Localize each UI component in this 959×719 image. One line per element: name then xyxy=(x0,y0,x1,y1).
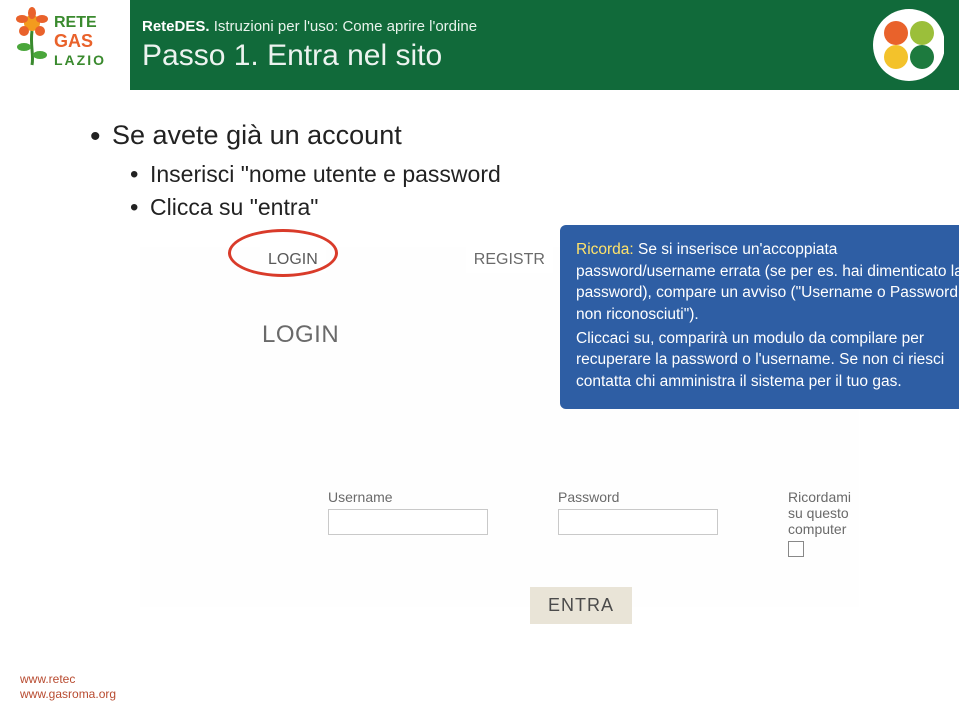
decorative-orbs-icon xyxy=(839,0,959,90)
password-field-group: Password xyxy=(558,489,718,535)
breadcrumb-brand: ReteDES. xyxy=(142,18,210,35)
svg-text:GAS: GAS xyxy=(54,31,93,51)
breadcrumb-rest: Istruzioni per l'uso: Come aprire l'ordi… xyxy=(210,18,478,35)
bullet-account: Se avete già un account xyxy=(90,120,889,151)
svg-text:LAZIO: LAZIO xyxy=(54,52,106,68)
password-label: Password xyxy=(558,489,718,505)
breadcrumb: ReteDES. Istruzioni per l'uso: Come apri… xyxy=(142,18,827,35)
username-field-group: Username xyxy=(328,489,488,535)
remember-group: Ricordami su questo computer xyxy=(788,489,859,557)
login-screenshot: LOGIN REGISTR Ricorda: Se si inserisce u… xyxy=(140,247,859,607)
note-text-1: Se si inserisce un'accoppiata password/u… xyxy=(576,241,959,323)
logo-container: RETE GAS LAZIO xyxy=(0,0,130,90)
slide-header: RETE GAS LAZIO ReteDES. Istruzioni per l… xyxy=(0,0,959,90)
tab-registr[interactable]: REGISTR xyxy=(466,247,553,273)
password-input[interactable] xyxy=(558,509,718,535)
tab-login[interactable]: LOGIN xyxy=(260,247,326,273)
username-label: Username xyxy=(328,489,488,505)
footer-links: www.retec www.gasroma.org xyxy=(20,672,116,703)
username-input[interactable] xyxy=(328,509,488,535)
svg-text:RETE: RETE xyxy=(54,14,97,31)
remember-checkbox[interactable] xyxy=(788,541,804,557)
content-area: Se avete già un account Inserisci "nome … xyxy=(0,90,959,607)
entra-button[interactable]: ENTRA xyxy=(530,587,632,624)
page-title: Passo 1. Entra nel sito xyxy=(142,39,827,73)
reminder-note: Ricorda: Se si inserisce un'accoppiata p… xyxy=(560,225,959,409)
footer-link-2: www.gasroma.org xyxy=(20,687,116,703)
remember-label: Ricordami su questo computer xyxy=(788,489,859,537)
bullet-click-entra: Clicca su "entra" xyxy=(130,194,889,221)
footer-link-1: www.retec xyxy=(20,672,116,688)
bullet-credentials: Inserisci "nome utente e password xyxy=(130,161,889,188)
note-text-2: Cliccaci su, comparirà un modulo da comp… xyxy=(576,330,944,390)
header-text-block: ReteDES. Istruzioni per l'uso: Come apri… xyxy=(130,0,839,90)
login-form: Username Password Ricordami su questo co… xyxy=(328,489,859,557)
note-ricorda-label: Ricorda: xyxy=(576,241,634,258)
retegas-logo-icon: RETE GAS LAZIO xyxy=(10,5,120,85)
